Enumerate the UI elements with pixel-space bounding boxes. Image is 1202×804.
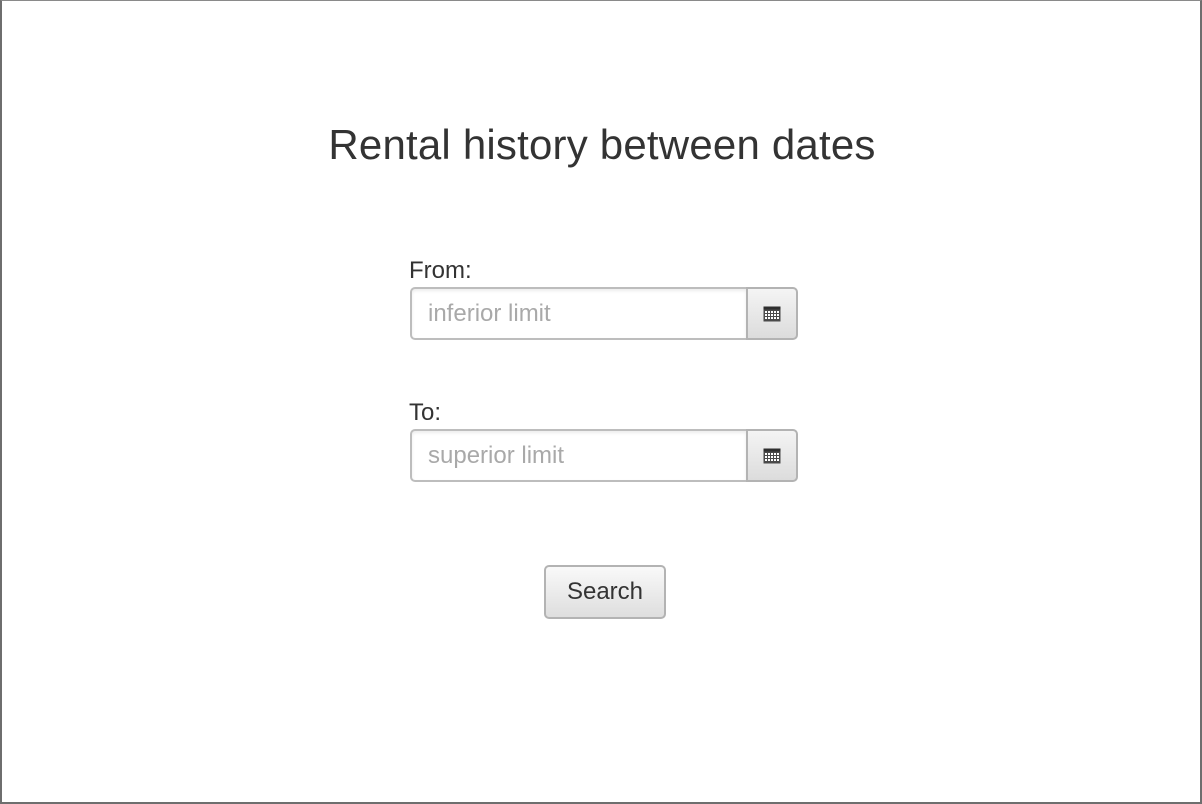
app-window: Rental history between dates From: To: (0, 0, 1202, 804)
page-title: Rental history between dates (328, 121, 876, 168)
calendar-icon (763, 448, 781, 463)
search-button[interactable]: Search (544, 565, 666, 619)
from-calendar-button[interactable] (746, 287, 798, 340)
to-label: To: (409, 399, 442, 426)
to-date-picker (410, 429, 798, 482)
from-date-picker (410, 287, 798, 340)
calendar-icon (763, 306, 781, 321)
to-calendar-button[interactable] (746, 429, 798, 482)
from-date-input[interactable] (410, 287, 746, 340)
from-label: From: (409, 257, 472, 284)
to-date-input[interactable] (410, 429, 746, 482)
